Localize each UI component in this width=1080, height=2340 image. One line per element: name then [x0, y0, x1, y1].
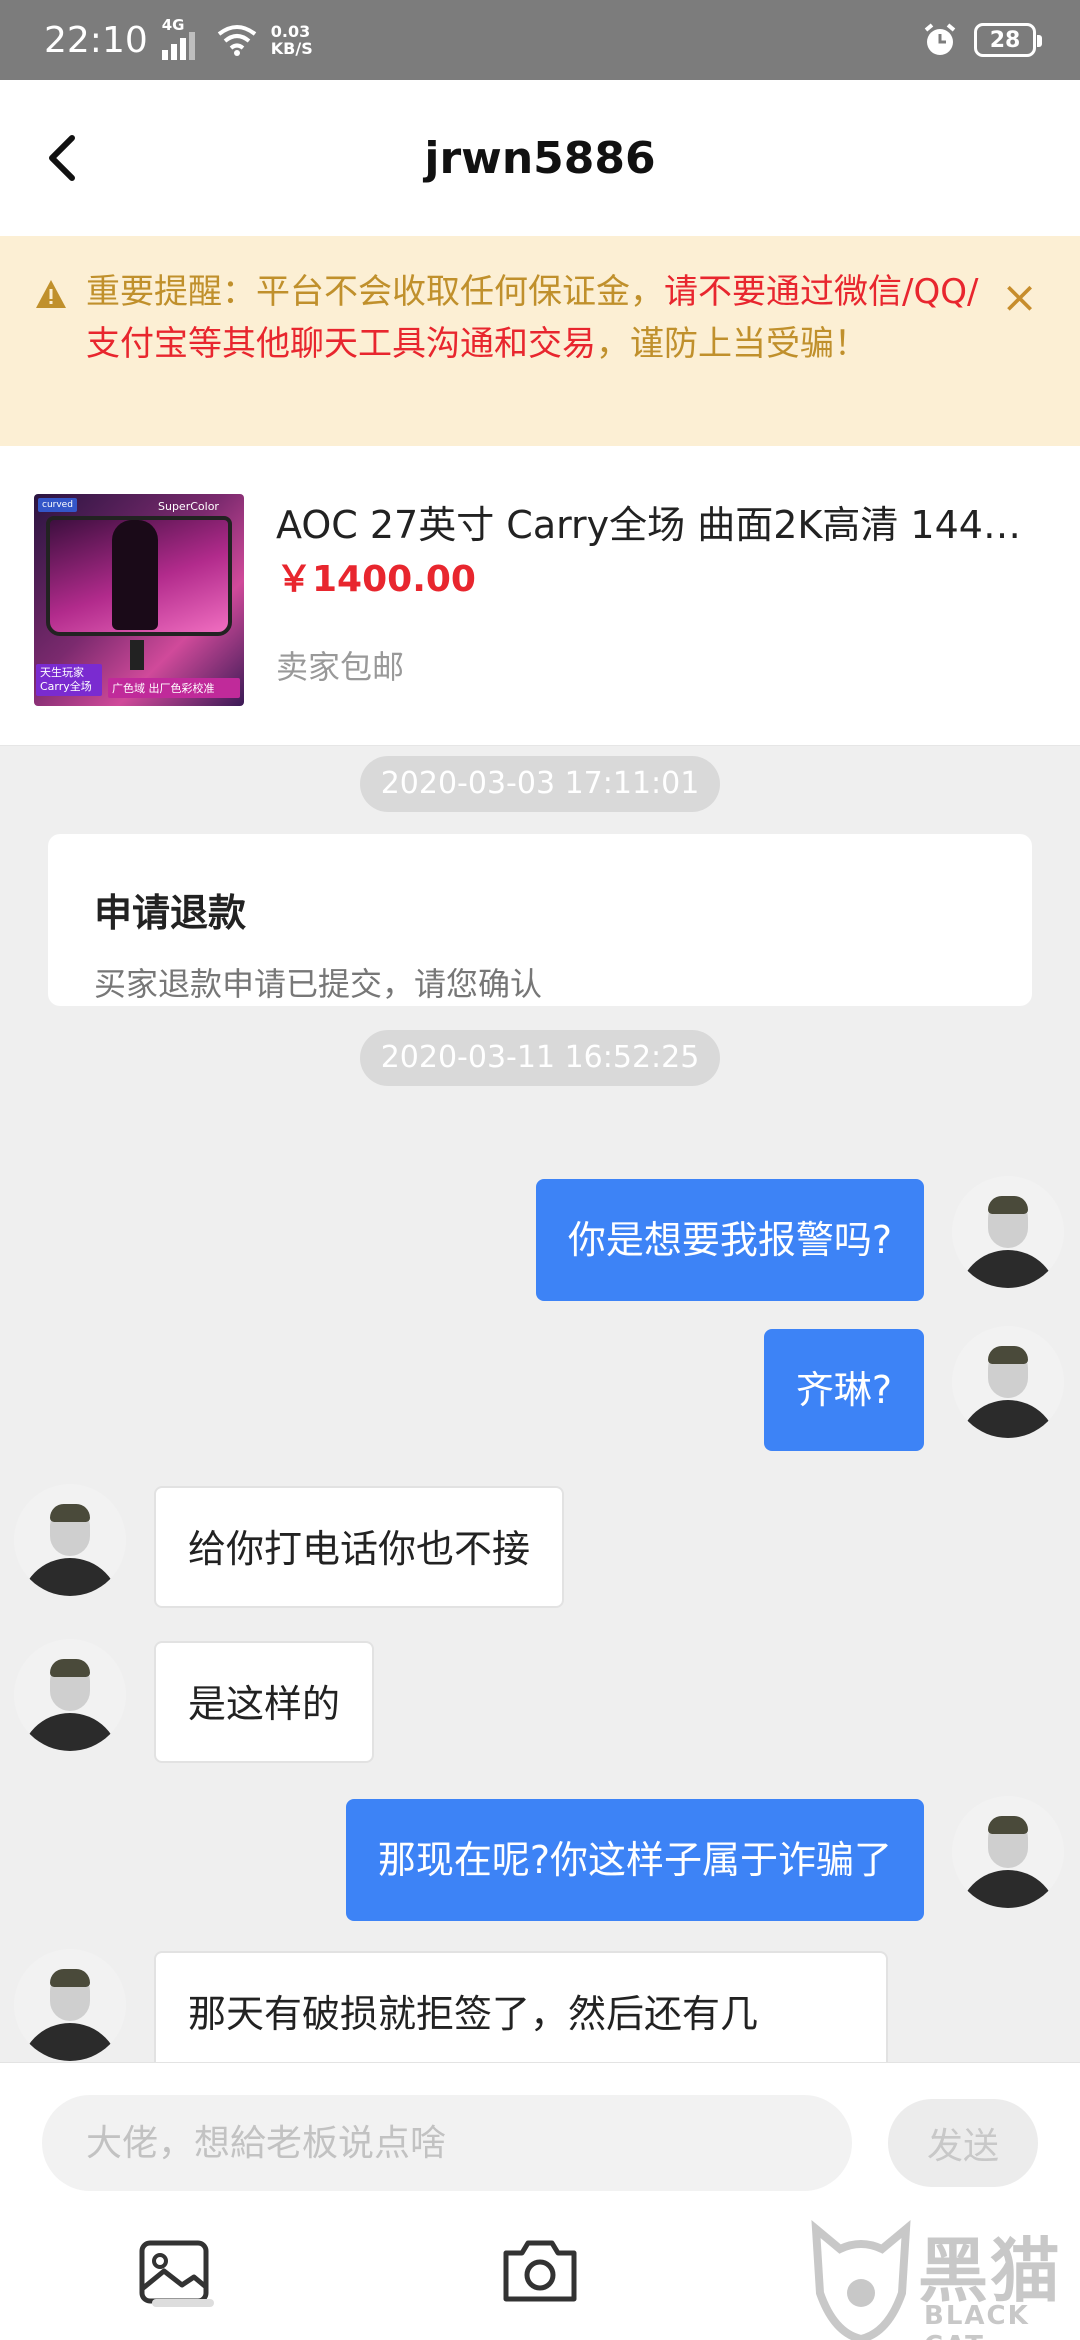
- warning-text-1: 重要提醒：平台不会收取任何保证金，: [86, 272, 664, 312]
- message-bubble-received[interactable]: 是这样的: [154, 1641, 375, 1763]
- refund-card-text: 买家退款申请已提交，请您确认: [94, 965, 543, 1003]
- chat-messages[interactable]: 2020-03-03 17:11:01 申请退款 买家退款申请已提交，请您确认 …: [0, 746, 1080, 2062]
- warning-triangle-icon: [36, 280, 66, 308]
- refund-request-card[interactable]: 申请退款 买家退款申请已提交，请您确认: [48, 834, 1032, 1006]
- avatar[interactable]: [14, 1949, 126, 2061]
- shipping-info: 卖家包邮: [276, 648, 405, 686]
- message-input[interactable]: [42, 2095, 852, 2191]
- wifi-icon: [217, 25, 256, 56]
- alarm-icon: [924, 23, 956, 55]
- avatar[interactable]: [952, 1326, 1064, 1438]
- input-bar: 发送 黑猫 BLACK CAT: [0, 2062, 1080, 2340]
- network-speed: 0.03 KB/S: [271, 23, 313, 57]
- avatar[interactable]: [952, 1796, 1064, 1908]
- signal-icon: 4G: [161, 16, 195, 60]
- message-bubble-received[interactable]: 那天有破损就拒签了，然后还有几: [154, 1951, 888, 2062]
- back-arrow-icon[interactable]: [36, 126, 96, 190]
- network-type: 4G: [161, 16, 185, 34]
- timestamp: 2020-03-11 16:52:25: [360, 1030, 720, 1086]
- timestamp: 2020-03-03 17:11:01: [360, 756, 720, 812]
- thumb-label-gamut: 广色域 出厂色彩校准: [108, 678, 240, 698]
- close-icon[interactable]: ×: [1001, 276, 1038, 320]
- chat-header: jrwn5886: [0, 80, 1080, 236]
- avatar[interactable]: [952, 1176, 1064, 1288]
- message-bubble-sent[interactable]: 你是想要我报警吗?: [535, 1179, 924, 1301]
- thumb-label-supercolor: SuperColor: [158, 500, 219, 513]
- product-card[interactable]: curved SuperColor 天生玩家 Carry全场 广色域 出厂色彩校…: [0, 446, 1080, 746]
- camera-icon[interactable]: [500, 2235, 580, 2307]
- image-icon[interactable]: [138, 2239, 218, 2311]
- message-bubble-sent[interactable]: 齐琳?: [763, 1329, 924, 1451]
- warning-text-3: ，谨防上当受骗！: [596, 324, 868, 364]
- product-thumbnail[interactable]: curved SuperColor 天生玩家 Carry全场 广色域 出厂色彩校…: [34, 494, 244, 706]
- send-button[interactable]: 发送: [888, 2099, 1038, 2187]
- status-time: 22:10: [44, 19, 148, 61]
- page-title: jrwn5886: [424, 132, 656, 184]
- watermark-text-en: BLACK CAT: [924, 2301, 1030, 2340]
- avatar[interactable]: [14, 1639, 126, 1751]
- black-cat-watermark: 黑猫 BLACK CAT: [806, 2215, 1080, 2340]
- product-price: ￥1400.00: [276, 559, 476, 600]
- network-speed-unit: KB/S: [270, 39, 313, 58]
- avatar[interactable]: [14, 1484, 126, 1596]
- message-bubble-sent[interactable]: 那现在呢?你这样子属于诈骗了: [345, 1799, 924, 1921]
- status-bar: 22:10 4G 0.03 KB/S 28: [0, 0, 1080, 80]
- battery-icon: 28: [974, 23, 1042, 57]
- thumb-label-curved: curved: [38, 498, 77, 512]
- message-bubble-received[interactable]: 给你打电话你也不接: [154, 1486, 565, 1608]
- safety-warning-banner: 重要提醒：平台不会收取任何保证金，请不要通过微信/QQ/支付宝等其他聊天工具沟通…: [0, 236, 1080, 446]
- thumb-label-carry: 天生玩家 Carry全场: [36, 664, 102, 696]
- product-name: AOC 27英寸 Carry全场 曲面2K高清 144Hz电竞显示器: [276, 503, 1046, 547]
- refund-card-title: 申请退款: [94, 891, 247, 935]
- network-speed-value: 0.03: [270, 22, 311, 41]
